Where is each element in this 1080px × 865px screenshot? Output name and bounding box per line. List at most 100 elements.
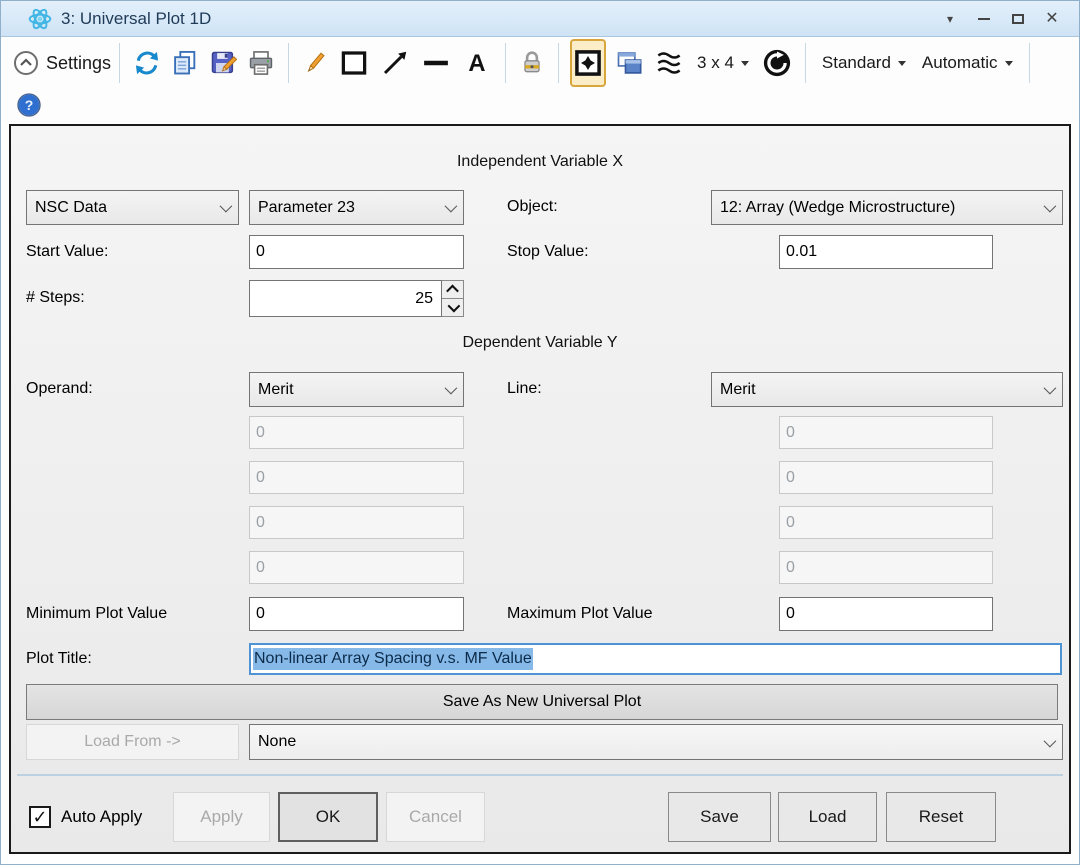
lock-icon xyxy=(519,49,545,77)
plot-title-selected-text: Non-linear Array Spacing v.s. MF Value xyxy=(253,648,533,670)
save-icon xyxy=(209,49,237,77)
start-value-input[interactable] xyxy=(249,235,464,269)
reset-view-button[interactable] xyxy=(757,43,797,83)
clone-window-button[interactable] xyxy=(609,43,649,83)
steps-spin-down-button[interactable] xyxy=(442,298,463,316)
max-plot-value-input[interactable] xyxy=(779,597,993,631)
color-mode-label: Automatic xyxy=(922,53,998,73)
ok-button[interactable]: OK xyxy=(278,792,378,842)
svg-text:?: ? xyxy=(25,97,34,113)
min-plot-value-input[interactable] xyxy=(249,597,464,631)
chevron-down-icon xyxy=(445,382,458,395)
svg-text:A: A xyxy=(468,50,485,77)
grid-size-dropdown[interactable]: 3 x 4 xyxy=(689,43,757,83)
object-value: 12: Array (Wedge Microstructure) xyxy=(720,199,955,217)
section-independent-x-title: Independent Variable X xyxy=(11,153,1069,171)
operand-dropdown[interactable]: Merit xyxy=(249,372,464,407)
stop-value-input[interactable] xyxy=(779,235,993,269)
scale-dropdown[interactable]: Standard xyxy=(814,43,914,83)
refresh-button[interactable] xyxy=(128,43,166,83)
annotate-arrow-button[interactable] xyxy=(375,43,415,83)
spin-down-icon xyxy=(448,300,461,313)
toolbar-separator xyxy=(1029,43,1030,83)
auto-apply-checkbox[interactable]: ✓ xyxy=(29,806,51,828)
parameter-dropdown[interactable]: Parameter 23 xyxy=(249,190,464,225)
title-bar: 3: Universal Plot 1D ▾ ✕ xyxy=(1,1,1079,37)
ok-label: OK xyxy=(316,807,341,827)
chevron-down-icon xyxy=(445,200,458,213)
toolbar-separator xyxy=(119,43,120,83)
load-from-button: Load From -> xyxy=(26,724,239,760)
lock-button[interactable] xyxy=(514,43,550,83)
reset-button[interactable]: Reset xyxy=(886,792,996,842)
copy-button[interactable] xyxy=(166,43,204,83)
window-menu-button[interactable]: ▾ xyxy=(933,4,967,34)
category-dropdown[interactable]: NSC Data xyxy=(26,190,239,225)
print-button[interactable] xyxy=(242,43,280,83)
maximize-button[interactable] xyxy=(1001,4,1035,34)
surfaces-button[interactable] xyxy=(649,43,689,83)
operand-param-input-2 xyxy=(249,461,464,494)
app-icon xyxy=(27,6,53,32)
toolbar-separator xyxy=(558,43,559,83)
annotate-text-button[interactable]: A xyxy=(457,43,497,83)
window-title: 3: Universal Plot 1D xyxy=(61,9,211,29)
save-image-button[interactable] xyxy=(204,43,242,83)
load-from-dropdown[interactable]: None xyxy=(249,724,1063,760)
plot-title-label: Plot Title: xyxy=(26,650,92,668)
refresh-icon xyxy=(133,49,161,77)
universal-plot-window: 3: Universal Plot 1D ▾ ✕ Settings xyxy=(0,0,1080,865)
line-value: Merit xyxy=(720,381,756,399)
minimize-button[interactable] xyxy=(967,4,1001,34)
line-param-input-3 xyxy=(779,506,993,539)
auto-apply-label: Auto Apply xyxy=(61,807,142,827)
object-label: Object: xyxy=(507,198,558,216)
scale-label: Standard xyxy=(822,53,891,73)
reset-view-icon xyxy=(762,48,792,78)
line-dropdown[interactable]: Merit xyxy=(711,372,1063,407)
fit-window-icon xyxy=(574,49,602,77)
close-button[interactable]: ✕ xyxy=(1035,4,1069,34)
settings-toggle[interactable]: Settings xyxy=(13,50,111,76)
color-mode-dropdown[interactable]: Automatic xyxy=(914,43,1021,83)
steps-spin-up-button[interactable] xyxy=(442,281,463,298)
load-label: Load xyxy=(809,807,847,827)
apply-label: Apply xyxy=(200,807,243,827)
save-as-new-universal-plot-button[interactable]: Save As New Universal Plot xyxy=(26,684,1058,720)
annotate-pencil-button[interactable] xyxy=(297,43,333,83)
chevron-down-icon xyxy=(220,200,233,213)
annotate-rectangle-button[interactable] xyxy=(333,43,375,83)
copy-icon xyxy=(171,49,199,77)
save-button[interactable]: Save xyxy=(668,792,771,842)
operand-param-input-1 xyxy=(249,416,464,449)
maximize-icon xyxy=(1012,14,1024,24)
arrow-icon xyxy=(380,48,410,78)
toolbar-separator xyxy=(805,43,806,83)
fit-window-button[interactable] xyxy=(570,39,606,87)
parameter-value: Parameter 23 xyxy=(258,199,355,217)
steps-input[interactable] xyxy=(249,280,442,317)
settings-label: Settings xyxy=(46,53,111,74)
help-icon: ? xyxy=(16,92,42,118)
checkmark-icon: ✓ xyxy=(32,807,47,828)
load-button[interactable]: Load xyxy=(778,792,877,842)
close-icon: ✕ xyxy=(1045,11,1058,27)
window-menu-icon: ▾ xyxy=(947,12,953,26)
window-controls: ▾ ✕ xyxy=(933,4,1069,34)
operand-label: Operand: xyxy=(26,380,93,398)
object-dropdown[interactable]: 12: Array (Wedge Microstructure) xyxy=(711,190,1063,225)
minimize-icon xyxy=(978,18,990,20)
grid-size-label: 3 x 4 xyxy=(697,53,734,73)
min-plot-value-label: Minimum Plot Value xyxy=(26,605,167,623)
line-icon xyxy=(420,48,452,78)
help-button[interactable]: ? xyxy=(11,85,47,125)
lens-stack-icon xyxy=(654,48,684,78)
operand-param-input-3 xyxy=(249,506,464,539)
chevron-down-icon xyxy=(741,61,749,66)
line-param-input-4 xyxy=(779,551,993,584)
settings-panel: Independent Variable X NSC Data Paramete… xyxy=(9,124,1071,854)
footer-separator xyxy=(17,774,1063,776)
plot-title-input[interactable]: Non-linear Array Spacing v.s. MF Value xyxy=(249,643,1062,675)
toolbar: Settings xyxy=(1,38,1079,122)
annotate-line-button[interactable] xyxy=(415,43,457,83)
